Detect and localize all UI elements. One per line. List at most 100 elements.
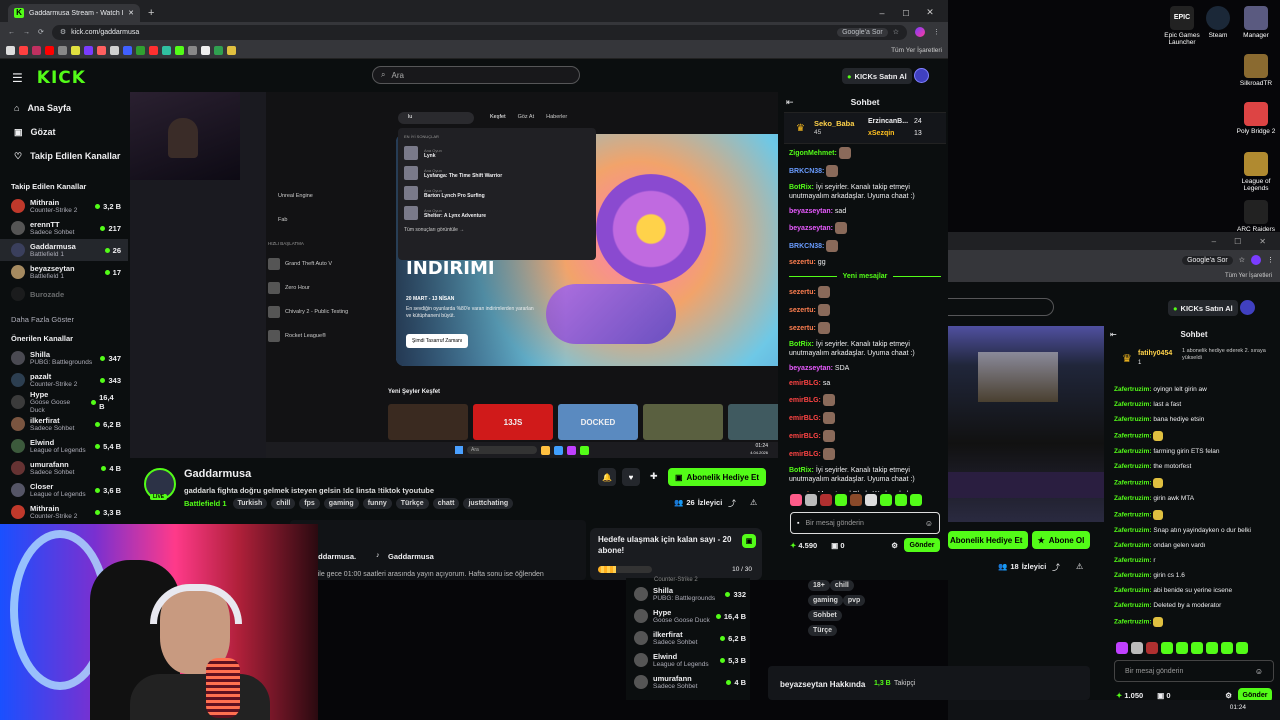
maximize-icon[interactable]: ☐ xyxy=(894,9,918,18)
chat-username[interactable]: Zafertruzim: xyxy=(1114,432,1152,439)
chat-username[interactable]: Zafertruzim: xyxy=(1114,401,1152,408)
browser-tab[interactable]: K Gaddarmusa Stream - Watch Li ✕ xyxy=(8,4,140,22)
stream-tag[interactable]: 18+ xyxy=(808,580,830,591)
chat-username[interactable]: emirBLG: xyxy=(789,451,821,458)
chat-username[interactable]: Zafertruzim: xyxy=(1114,542,1152,549)
emote[interactable] xyxy=(1146,642,1158,654)
b2-bookmarks[interactable]: Tüm Yer İşaretleri xyxy=(948,270,1280,282)
tiktok-icon[interactable]: ♪ xyxy=(376,552,380,559)
stream-tag[interactable]: funny xyxy=(362,498,392,509)
chat-username[interactable]: BotRix: xyxy=(789,184,814,191)
chat-username[interactable]: sezertu: xyxy=(789,307,816,314)
hamburger-menu-icon[interactable]: ☰ xyxy=(12,71,23,85)
emote[interactable] xyxy=(1206,642,1218,654)
new-tab-icon[interactable]: + xyxy=(148,7,154,19)
epic-tab[interactable]: Keşfet xyxy=(490,114,506,120)
tiktok-link[interactable]: Gaddarmusa xyxy=(388,552,434,561)
b2-gift-sub-button[interactable]: Abonelik Hediye Et xyxy=(948,531,1028,549)
discover-thumb[interactable] xyxy=(643,404,723,440)
channel-item[interactable]: Mithrain Counter-Strike 2 3,3 B xyxy=(0,501,128,523)
chat-username[interactable]: emirBLG: xyxy=(789,415,821,422)
window-close-icon[interactable]: ✕ xyxy=(918,7,942,18)
emote[interactable] xyxy=(1221,642,1233,654)
taskbar-app-icon[interactable] xyxy=(554,445,563,455)
see-all-results[interactable]: Tüm sonuçları görüntüle → xyxy=(404,227,590,233)
follow-heart-button[interactable]: ♥ xyxy=(622,468,640,486)
chat-username[interactable]: BRKCN38: xyxy=(789,168,824,175)
emote[interactable] xyxy=(1191,642,1203,654)
chat-input[interactable]: ▪ Bir mesaj gönderin ☺ xyxy=(790,512,940,534)
b2-subscribe-button[interactable]: ★ Abone Ol xyxy=(1032,531,1090,549)
emoji-icon[interactable]: ☺ xyxy=(1255,667,1263,676)
nav-following[interactable]: ♡ Takip Edilen Kanallar xyxy=(0,144,128,168)
discover-thumb[interactable] xyxy=(388,404,468,440)
forward-icon[interactable]: → xyxy=(23,29,30,36)
emote[interactable] xyxy=(880,494,892,506)
bookmark-icon[interactable] xyxy=(136,45,145,55)
emote[interactable] xyxy=(835,494,847,506)
search-input[interactable]: ⌕ Ara xyxy=(372,66,580,84)
epic-search-input[interactable]: lu xyxy=(398,112,474,124)
show-more[interactable]: Daha Fazla Göster xyxy=(0,315,128,324)
bookmark-icon[interactable] xyxy=(227,45,236,55)
stream-tag[interactable]: Turkish xyxy=(232,498,268,509)
reload-icon[interactable]: ⟳ xyxy=(38,28,44,36)
chat-username[interactable]: BotRix: xyxy=(789,467,814,474)
gift-icon[interactable]: ✚ xyxy=(650,471,658,482)
chat-username[interactable]: beyazseytan: xyxy=(789,225,833,232)
channel-item[interactable]: Mithrain Counter-Strike 2 3,2 B xyxy=(0,195,128,217)
bookmark-icon[interactable] xyxy=(19,45,28,55)
channel-item[interactable]: umurafann Sadece Sohbet 4 B xyxy=(0,457,128,479)
bell-button[interactable]: 🔔 xyxy=(598,468,616,486)
close-icon[interactable]: ✕ xyxy=(128,9,134,17)
gift-sub-button[interactable]: ▣ Abonelik Hediye Et xyxy=(668,468,766,486)
channel-item[interactable]: Closer League of Legends 3,6 B xyxy=(0,479,128,501)
sale-cta-button[interactable]: Şimdi Tasarruf Zamanı xyxy=(406,334,469,348)
taskbar-app-icon[interactable] xyxy=(580,445,589,455)
chat-username[interactable]: Zafertruzim: xyxy=(1114,602,1152,609)
emote[interactable] xyxy=(865,494,877,506)
chat-username[interactable]: Zafertruzim: xyxy=(1114,618,1152,625)
b2-search-input[interactable] xyxy=(948,298,1054,316)
goal-gift-button[interactable]: ▣ xyxy=(742,534,756,548)
stream-tag[interactable]: Türkçe xyxy=(395,498,429,509)
gifter-name[interactable]: xSezqin xyxy=(868,130,894,137)
bookmark-icon[interactable] xyxy=(214,45,223,55)
emote[interactable] xyxy=(1131,642,1143,654)
back-icon[interactable]: ← xyxy=(8,29,15,36)
stream-tag[interactable]: Sohbet xyxy=(808,610,842,621)
chat-username[interactable]: Zafertruzim: xyxy=(1114,386,1152,393)
omnibox[interactable]: ⚙ kick.com/gaddarmusa Google'a Sor ☆ xyxy=(51,24,907,40)
emote[interactable] xyxy=(1116,642,1128,654)
discover-thumb[interactable]: 13JS xyxy=(473,404,553,440)
menu-icon[interactable]: ⋮ xyxy=(1267,256,1274,264)
channel-item[interactable]: Elwind League of Legends 5,3 B xyxy=(626,649,750,671)
channel-item[interactable]: Burozade xyxy=(0,283,128,305)
stream-tag[interactable]: gaming xyxy=(808,595,843,606)
chat-username[interactable]: Zafertruzim: xyxy=(1114,463,1152,470)
chat-username[interactable]: sezertu: xyxy=(789,289,816,296)
streamer-name[interactable]: Gaddarmusa xyxy=(184,468,251,480)
channel-item[interactable]: Hype Goose Goose Duck 16,4 B xyxy=(0,390,128,414)
stream-tag[interactable]: fps xyxy=(299,498,320,509)
b2-pinned-user[interactable]: fatihy0454 xyxy=(1138,350,1172,357)
b2-chat-input[interactable]: Bir mesaj gönderin ☺ xyxy=(1114,660,1274,682)
chat-send-button[interactable]: Gönder xyxy=(904,538,940,552)
chat-username[interactable]: Zafertruzim: xyxy=(1114,511,1152,518)
desktop-icon-silkroad[interactable]: SilkroadTR xyxy=(1234,54,1278,87)
taskbar-search[interactable]: Ara xyxy=(467,446,537,454)
chat-username[interactable]: emirBLG: xyxy=(789,433,821,440)
star-icon[interactable]: ☆ xyxy=(1239,256,1245,264)
emote[interactable] xyxy=(895,494,907,506)
stream-tag[interactable]: chatt xyxy=(432,498,460,509)
bookmark-icon[interactable] xyxy=(6,45,15,55)
desktop-icon-lol[interactable]: League of Legends xyxy=(1234,152,1278,192)
bookmark-icon[interactable] xyxy=(71,45,80,55)
emote[interactable] xyxy=(910,494,922,506)
chat-username[interactable]: BRKCN38: xyxy=(789,243,824,250)
share-icon[interactable]: ⤴ xyxy=(1052,562,1060,573)
emote[interactable] xyxy=(790,494,802,506)
kicks-balance[interactable]: ✦ 4.590 xyxy=(790,541,817,550)
share-icon[interactable]: ⤴ xyxy=(728,498,736,509)
emoji-icon[interactable]: ☺ xyxy=(925,519,933,528)
